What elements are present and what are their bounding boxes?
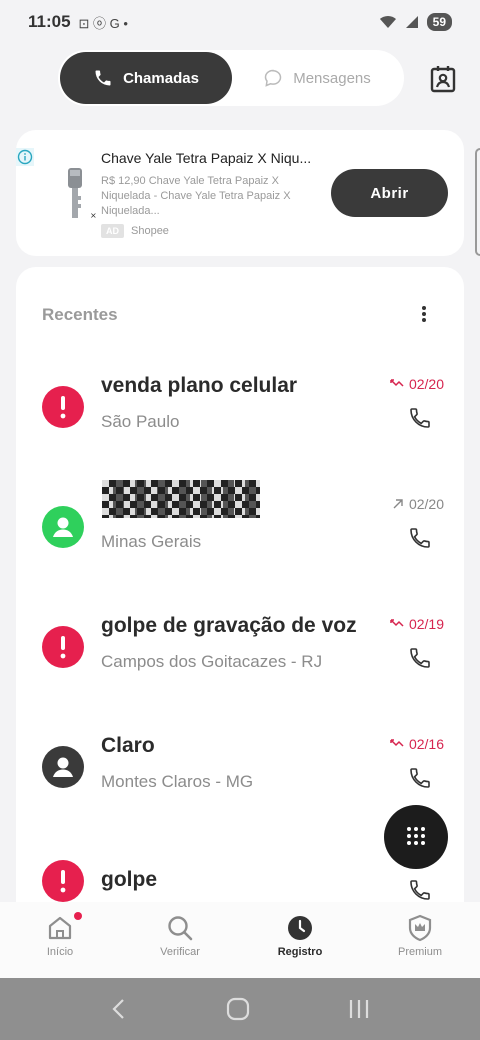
contact-avatar-icon	[42, 506, 84, 548]
call-row[interactable]: golpe de gravação de voz Campos dos Goit…	[16, 614, 464, 724]
call-row[interactable]: Minas Gerais 02/20	[16, 480, 464, 604]
nav-premium[interactable]: Premium	[360, 902, 480, 978]
ad-badge: AD	[101, 224, 124, 238]
redacted-caller-name	[102, 480, 260, 518]
dialpad-button[interactable]	[384, 805, 448, 869]
edge-panel-handle[interactable]	[475, 148, 480, 256]
call-date: 02/20	[392, 496, 444, 512]
caller-name: golpe de gravação de voz	[101, 614, 357, 637]
nav-verify[interactable]: Verificar	[120, 902, 240, 978]
more-options-icon[interactable]	[414, 303, 434, 325]
notification-icons: ⊡ ⓞ G •	[78, 15, 128, 31]
contacts-button[interactable]	[428, 64, 458, 94]
home-button-icon[interactable]	[226, 997, 250, 1021]
ad-title: Chave Yale Tetra Papaiz X Niqu...	[101, 150, 312, 166]
status-time: 11:05	[28, 12, 71, 31]
call-date: 02/20	[390, 376, 444, 392]
nav-home-label: Início	[46, 946, 74, 958]
system-navigation-bar	[0, 978, 480, 1040]
status-bar: 11:05 ⊡ ⓞ G • 59	[0, 0, 480, 44]
tab-messages-label: Mensagens	[293, 69, 371, 87]
call-date: 02/16	[390, 736, 444, 752]
tab-calls-label: Chamadas	[123, 69, 199, 87]
ad-info-icon[interactable]	[16, 148, 34, 166]
notification-dot	[74, 912, 82, 920]
call-back-phone-icon[interactable]	[408, 766, 432, 790]
call-message-tabs: Chamadas Mensagens	[58, 50, 404, 106]
missed-call-icon	[390, 739, 404, 747]
call-date: 02/19	[390, 616, 444, 632]
missed-call-icon	[390, 379, 404, 387]
bottom-navigation: Início Verificar Registro Premium	[0, 902, 480, 978]
call-back-phone-icon[interactable]	[408, 526, 432, 550]
signal-icon	[405, 16, 418, 28]
spam-alert-icon	[42, 860, 84, 902]
caller-location: Minas Gerais	[101, 532, 202, 551]
recent-apps-icon[interactable]	[347, 997, 371, 1021]
call-back-phone-icon[interactable]	[408, 406, 432, 430]
nav-home[interactable]: Início	[0, 902, 120, 978]
nav-log-label: Registro	[277, 946, 323, 958]
spam-alert-icon	[42, 626, 84, 668]
phone-icon	[95, 70, 111, 86]
missed-call-icon	[390, 619, 404, 627]
caller-location: São Paulo	[101, 412, 180, 431]
battery-indicator: 59	[426, 13, 452, 31]
chat-bubble-icon	[264, 69, 282, 87]
ad-open-button[interactable]: Abrir	[331, 169, 448, 217]
ad-advertiser: Shopee	[131, 225, 169, 237]
svg-text:×: ×	[90, 211, 97, 220]
ad-description: R$ 12,90 Chave Yale Tetra Papaiz X Nique…	[101, 175, 291, 217]
tab-messages[interactable]: Mensagens	[232, 52, 402, 104]
ad-attribution: AD Shopee	[101, 224, 169, 238]
clock-icon	[288, 916, 312, 940]
contact-card-icon	[430, 66, 456, 93]
caller-location: Montes Claros - MG	[101, 772, 254, 791]
shield-crown-icon	[408, 914, 432, 942]
search-icon	[168, 916, 193, 941]
call-back-phone-icon[interactable]	[408, 646, 432, 670]
wifi-icon	[379, 15, 396, 28]
dialpad-icon	[407, 827, 425, 845]
nav-premium-label: Premium	[397, 946, 442, 958]
spam-alert-icon	[42, 386, 84, 428]
unknown-caller-avatar-icon	[42, 746, 84, 788]
caller-location: Campos dos Goitacazes - RJ	[101, 652, 323, 671]
caller-name: Claro	[101, 734, 155, 757]
recents-title: Recentes	[42, 305, 118, 324]
back-icon[interactable]	[109, 997, 129, 1021]
tab-calls[interactable]: Chamadas	[60, 52, 232, 104]
call-row[interactable]: venda plano celular São Paulo 02/20	[16, 374, 464, 484]
caller-name: venda plano celular	[101, 374, 298, 397]
outgoing-call-icon	[393, 499, 403, 509]
call-back-phone-icon[interactable]	[408, 878, 432, 902]
ad-product-image: ×	[68, 168, 97, 220]
home-icon	[48, 916, 72, 940]
nav-log[interactable]: Registro	[240, 902, 360, 978]
nav-verify-label: Verificar	[160, 946, 200, 958]
caller-name: golpe	[101, 868, 157, 891]
ad-card[interactable]: × Chave Yale Tetra Papaiz X Niqu... R$ 1…	[16, 130, 464, 256]
